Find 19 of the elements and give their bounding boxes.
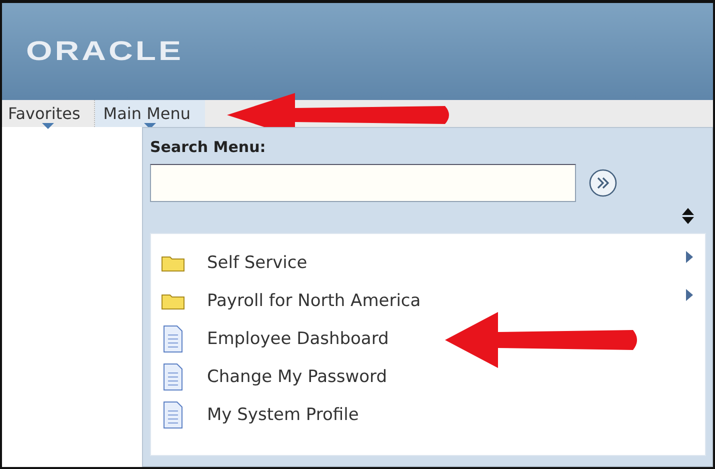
menu-item[interactable]: My System Profile (207, 405, 359, 425)
folder-icon (161, 292, 185, 310)
document-icon (161, 401, 185, 429)
folder-icon (161, 254, 185, 272)
search-field[interactable] (150, 164, 576, 202)
menu-tab[interactable]: Main Menu (95, 100, 204, 127)
document-icon (161, 325, 185, 353)
logo: ORACLE (26, 36, 184, 68)
menu-item[interactable]: Payroll for North America (207, 291, 421, 311)
search-label: Search Menu: (150, 138, 267, 156)
menu-item[interactable]: Change My Password (207, 367, 388, 387)
go-button[interactable] (588, 168, 618, 198)
document-icon (161, 363, 185, 391)
caret-icon (42, 123, 54, 129)
sort-icon[interactable] (682, 208, 694, 224)
submenu-icon[interactable] (686, 289, 693, 301)
menu-item[interactable]: Employee Dashboard (207, 329, 389, 349)
menu-item[interactable]: Self Service (207, 253, 308, 273)
submenu-icon[interactable] (686, 251, 693, 263)
